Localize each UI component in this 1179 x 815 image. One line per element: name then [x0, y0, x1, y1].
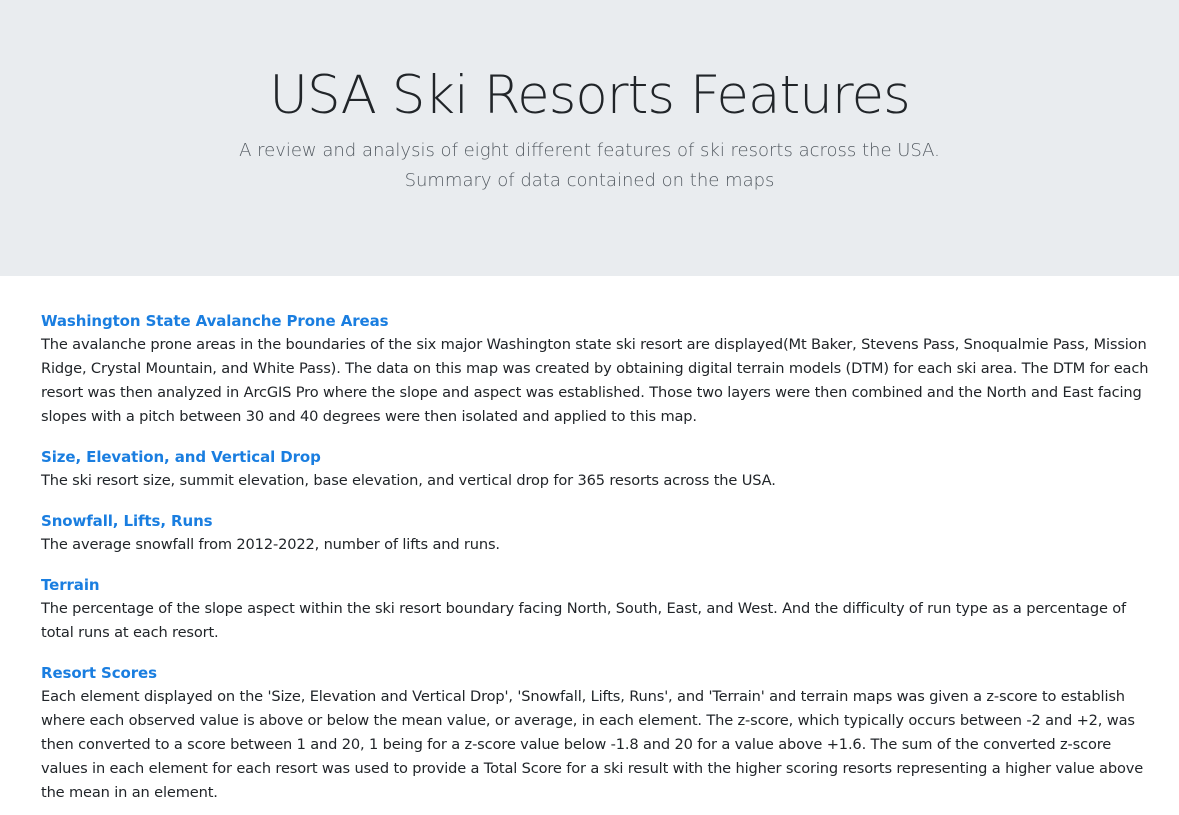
- subtitle-line-1: A review and analysis of eight different…: [239, 139, 940, 161]
- subtitle-line-2: Summary of data contained on the maps: [404, 169, 775, 191]
- section-resort-scores: Resort Scores Each element displayed on …: [41, 661, 1151, 805]
- section-avalanche: Washington State Avalanche Prone Areas T…: [41, 309, 1151, 429]
- page-subtitle: A review and analysis of eight different…: [0, 136, 1179, 196]
- section-snowfall: Snowfall, Lifts, Runs The average snowfa…: [41, 509, 1151, 557]
- section-body: The average snowfall from 2012-2022, num…: [41, 536, 500, 553]
- section-title: Resort Scores: [41, 664, 157, 682]
- header-banner: USA Ski Resorts Features A review and an…: [0, 0, 1179, 276]
- section-body: The ski resort size, summit elevation, b…: [41, 472, 776, 489]
- main-content: Washington State Avalanche Prone Areas T…: [0, 276, 1179, 805]
- section-body: The percentage of the slope aspect withi…: [41, 600, 1127, 641]
- section-body: Each element displayed on the 'Size, Ele…: [41, 688, 1144, 801]
- section-terrain: Terrain The percentage of the slope aspe…: [41, 573, 1151, 645]
- section-title: Washington State Avalanche Prone Areas: [41, 312, 389, 330]
- section-body: The avalanche prone areas in the boundar…: [41, 336, 1149, 425]
- page-title: USA Ski Resorts Features: [269, 65, 910, 126]
- section-size-elevation: Size, Elevation, and Vertical Drop The s…: [41, 445, 1151, 493]
- section-title: Snowfall, Lifts, Runs: [41, 512, 213, 530]
- section-title: Terrain: [41, 576, 100, 594]
- section-title: Size, Elevation, and Vertical Drop: [41, 448, 321, 466]
